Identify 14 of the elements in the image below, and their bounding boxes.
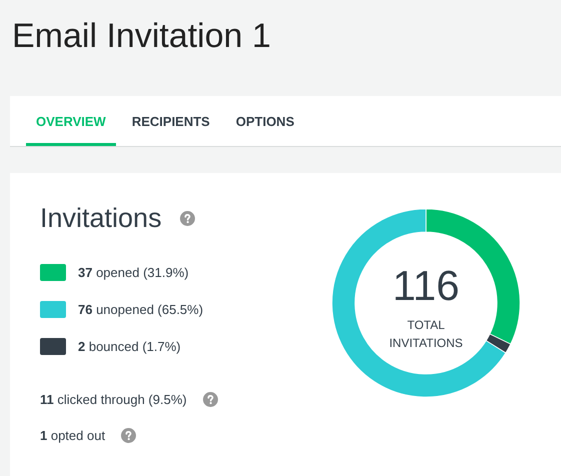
page-title: Email Invitation 1 <box>11 16 272 57</box>
help-icon[interactable] <box>121 428 136 442</box>
legend-label: 37 opened (31.9%) <box>78 265 189 280</box>
tab[interactable]: RECIPIENTS <box>122 96 220 146</box>
help-icon[interactable] <box>202 392 218 406</box>
help-icon[interactable] <box>180 211 195 226</box>
stat-label: 11 clicked through (9.5%) <box>40 392 187 406</box>
total-count: 116 <box>392 262 460 310</box>
tab[interactable]: OPTIONS <box>226 96 304 146</box>
total-label: TOTAL INVITATIONS <box>388 317 464 352</box>
legend-label: 76 unopened (65.5%) <box>78 302 204 317</box>
legend-label: 2 bounced (1.7%) <box>78 339 181 354</box>
stat-label: 1 opted out <box>40 428 106 442</box>
section-heading: Invitations <box>40 203 162 234</box>
